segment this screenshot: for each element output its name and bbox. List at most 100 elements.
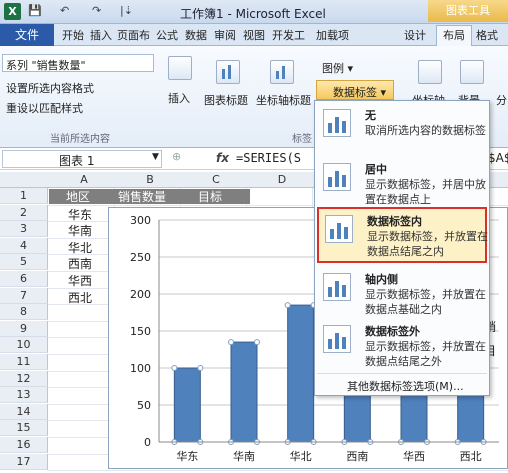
axis-title-icon[interactable] bbox=[270, 60, 294, 84]
background-icon[interactable] bbox=[460, 60, 484, 84]
row-header[interactable]: 15 bbox=[0, 420, 48, 437]
row-header[interactable]: 6 bbox=[0, 271, 48, 287]
chart-title-button[interactable]: 图表标题 bbox=[204, 92, 248, 108]
row-header[interactable]: 14 bbox=[0, 403, 48, 420]
tab-view[interactable]: 视图 bbox=[243, 27, 265, 43]
header-cell-target[interactable]: 目标 bbox=[198, 188, 222, 205]
column-header-a[interactable]: A bbox=[64, 173, 104, 186]
column-header-b[interactable]: B bbox=[130, 173, 170, 186]
tab-insert[interactable]: 插入 bbox=[90, 27, 112, 43]
excel-icon[interactable]: X bbox=[4, 3, 21, 20]
bar[interactable] bbox=[230, 341, 258, 443]
chevron-down-icon[interactable]: ▼ bbox=[152, 152, 159, 162]
menu-item-outside-end[interactable]: 数据标签外 显示数据标签，并放置在数据点结尾之外 bbox=[317, 319, 487, 369]
tab-page-layout[interactable]: 页面布 bbox=[117, 27, 150, 43]
data-labels-menu: 无 取消所选内容的数据标签 居中 显示数据标签，并居中放置在数据点上 数据标签内… bbox=[314, 100, 490, 396]
reset-to-match-style-button[interactable]: 重设以匹配样式 bbox=[6, 100, 83, 116]
region-cell[interactable]: 华南 bbox=[68, 222, 92, 239]
tab-file[interactable]: 文件 bbox=[0, 24, 54, 46]
insert-button[interactable]: 插入 bbox=[168, 90, 190, 106]
y-tick-label: 0 bbox=[144, 436, 151, 449]
formula-tail: $A$ bbox=[488, 151, 508, 165]
save-icon[interactable]: 💾 bbox=[28, 4, 42, 17]
menu-item-inside-end[interactable]: 数据标签内 显示数据标签，并放置在数据点结尾之内 bbox=[317, 207, 488, 263]
row-header[interactable]: 7 bbox=[0, 287, 48, 304]
tab-formulas[interactable]: 公式 bbox=[156, 27, 178, 43]
more-data-label-options[interactable]: 其他数据标签选项(M)... bbox=[317, 373, 487, 393]
chart-elements-combo[interactable]: 系列 "销售数量" bbox=[2, 54, 154, 72]
inside-base-labels-icon bbox=[323, 273, 351, 301]
region-cell[interactable]: 西南 bbox=[68, 255, 92, 272]
ribbon-tabs: 文件 开始 插入 页面布 公式 数据 审阅 视图 开发工 加载项 设计 布局 格… bbox=[0, 24, 508, 46]
row-header[interactable]: 10 bbox=[0, 337, 48, 354]
menu-item-none[interactable]: 无 取消所选内容的数据标签 bbox=[317, 103, 487, 153]
row-header[interactable]: 2 bbox=[0, 204, 48, 221]
insert-icon[interactable] bbox=[168, 56, 192, 80]
window-title: 工作簿1 - Microsoft Excel bbox=[180, 7, 326, 21]
format-selection-button[interactable]: 设置所选内容格式 bbox=[6, 80, 94, 96]
undo-icon[interactable]: ↶ bbox=[60, 4, 69, 17]
axis-title-button[interactable]: 坐标轴标题 bbox=[256, 92, 311, 108]
bar[interactable] bbox=[287, 304, 315, 443]
menu-item-title: 数据标签外 bbox=[365, 325, 420, 338]
group-label-labels: 标签 bbox=[292, 134, 312, 145]
axes-icon[interactable] bbox=[418, 60, 442, 84]
column-header-c[interactable]: C bbox=[196, 173, 236, 186]
x-tick-label: 西北 bbox=[460, 450, 482, 463]
y-tick-label: 50 bbox=[137, 399, 151, 412]
analysis-button[interactable]: 分 bbox=[496, 92, 507, 108]
row-header[interactable]: 12 bbox=[0, 370, 48, 387]
formula-expand-icon[interactable]: ⊕ bbox=[172, 150, 181, 163]
row-header[interactable]: 11 bbox=[0, 354, 48, 370]
tab-design[interactable]: 设计 bbox=[404, 27, 426, 43]
tab-developer[interactable]: 开发工 bbox=[272, 27, 305, 43]
x-tick-label: 华北 bbox=[290, 449, 312, 463]
center-labels-icon bbox=[323, 163, 351, 191]
region-cell[interactable]: 华北 bbox=[68, 239, 92, 256]
menu-item-desc: 显示数据标签，并居中放置在数据点上 bbox=[365, 178, 486, 206]
chart-tools-label: 图表工具 bbox=[428, 0, 508, 22]
row-header[interactable]: 1 bbox=[0, 188, 48, 204]
selection-handle bbox=[254, 339, 260, 346]
tab-addins[interactable]: 加载项 bbox=[316, 27, 349, 43]
row-header[interactable]: 9 bbox=[0, 320, 48, 337]
tab-data[interactable]: 数据 bbox=[185, 27, 207, 43]
row-header[interactable]: 3 bbox=[0, 221, 48, 238]
redo-icon[interactable]: ↷ bbox=[92, 4, 101, 17]
tab-home[interactable]: 开始 bbox=[62, 27, 84, 43]
menu-item-title: 无 bbox=[365, 109, 376, 122]
region-cell[interactable]: 西北 bbox=[68, 289, 92, 306]
menu-item-center[interactable]: 居中 显示数据标签，并居中放置在数据点上 bbox=[317, 157, 487, 207]
header-cell-sales[interactable]: 销售数量 bbox=[118, 188, 166, 205]
legend-button[interactable]: 图例 ▾ bbox=[322, 60, 353, 76]
header-cell-region[interactable]: 地区 bbox=[66, 188, 90, 205]
x-tick-label: 西南 bbox=[346, 450, 368, 463]
row-header[interactable]: 8 bbox=[0, 304, 48, 321]
formula-input[interactable]: =SERIES(S bbox=[236, 151, 301, 165]
customize-toolbar-icon[interactable]: |⇣ bbox=[120, 4, 133, 17]
x-tick-label: 华西 bbox=[403, 449, 425, 463]
tab-layout[interactable]: 布局 bbox=[436, 25, 472, 46]
title-bar: X 💾 ↶ ↷ |⇣ 工作簿1 - Microsoft Excel 图表工具 bbox=[0, 0, 508, 24]
y-tick-label: 200 bbox=[130, 288, 151, 301]
tab-format[interactable]: 格式 bbox=[476, 27, 498, 43]
tab-review[interactable]: 审阅 bbox=[214, 27, 236, 43]
row-header[interactable]: 16 bbox=[0, 437, 48, 453]
y-tick-label: 300 bbox=[130, 214, 151, 227]
selection-handle bbox=[228, 339, 234, 346]
row-header[interactable]: 4 bbox=[0, 237, 48, 254]
region-cell[interactable]: 华东 bbox=[68, 206, 92, 223]
row-header[interactable]: 13 bbox=[0, 387, 48, 404]
row-header[interactable]: 5 bbox=[0, 254, 48, 271]
region-cell[interactable]: 华西 bbox=[68, 272, 92, 289]
data-labels-button[interactable]: 数据标签 ▾ bbox=[316, 80, 394, 100]
menu-item-title: 居中 bbox=[365, 163, 387, 176]
menu-item-inside-base[interactable]: 轴内侧 显示数据标签，并放置在数据点基础之内 bbox=[317, 267, 487, 317]
row-header[interactable]: 17 bbox=[0, 453, 48, 470]
name-box[interactable]: 图表 1 bbox=[2, 150, 162, 168]
menu-item-desc: 取消所选内容的数据标签 bbox=[365, 124, 486, 137]
bar[interactable] bbox=[173, 367, 201, 443]
chart-title-icon[interactable] bbox=[216, 60, 240, 84]
column-header-d[interactable]: D bbox=[262, 173, 302, 186]
fx-icon[interactable]: fx bbox=[216, 151, 229, 165]
